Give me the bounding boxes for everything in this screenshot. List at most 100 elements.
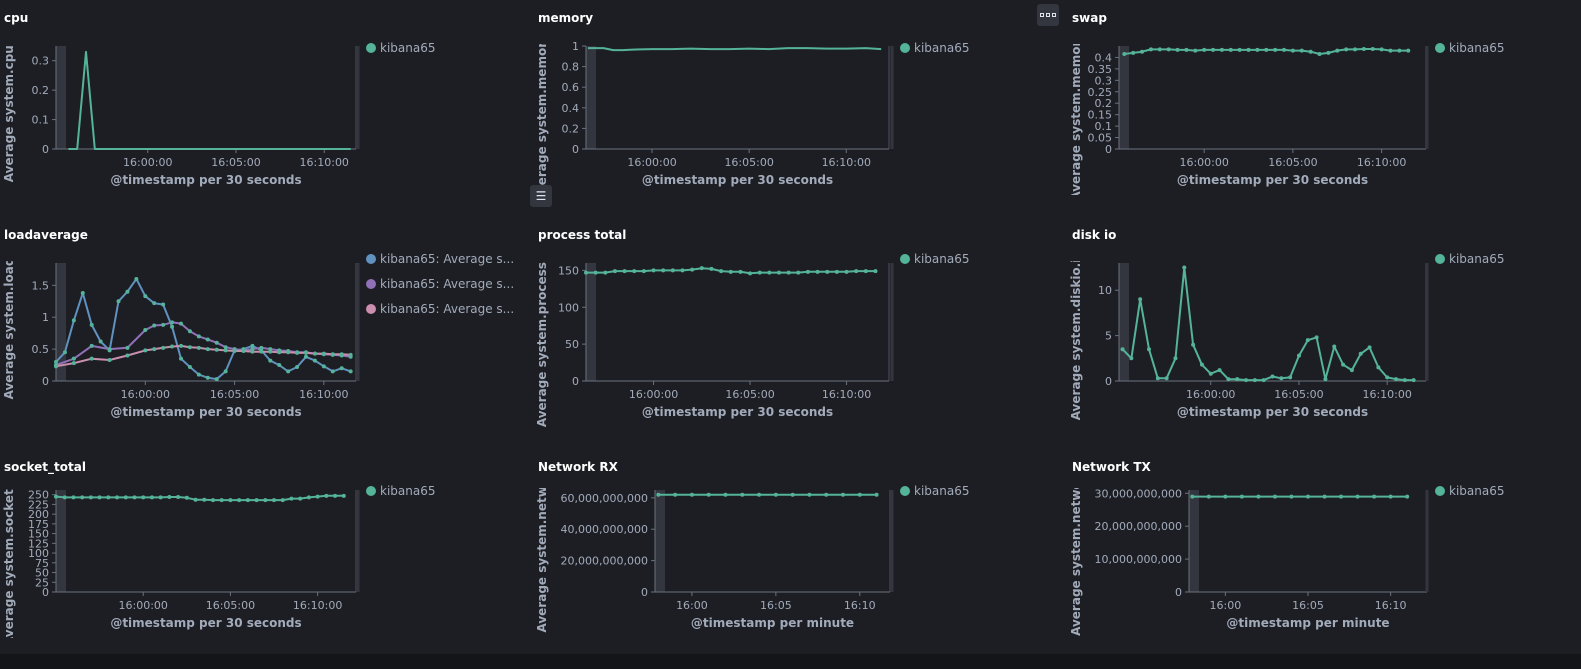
data-point: [874, 492, 879, 497]
brush-band: [586, 263, 596, 381]
y-tick-label: 0.1: [1095, 120, 1113, 133]
x-tick-label: 16:00: [1210, 599, 1242, 612]
data-point: [593, 270, 598, 275]
data-point: [1199, 362, 1204, 367]
data-point: [219, 498, 224, 503]
data-point: [757, 492, 762, 497]
data-point: [321, 364, 326, 369]
x-tick-label: 16:05: [1292, 599, 1324, 612]
data-point: [89, 322, 94, 327]
data-point: [304, 350, 308, 355]
y-tick-label: 0.1: [32, 114, 50, 127]
data-point: [1388, 494, 1393, 499]
data-point: [223, 369, 228, 374]
series-line: [1121, 266, 1414, 382]
y-tick-label: 250: [28, 489, 49, 502]
x-tick-label: 16:05:00: [725, 388, 774, 401]
legend-swatch: [900, 43, 910, 53]
data-point: [805, 269, 810, 274]
data-point: [1326, 50, 1331, 55]
data-point: [62, 350, 67, 355]
y-tick-label: 0.05: [1088, 132, 1113, 145]
data-point: [54, 364, 58, 369]
legend-label: kibana65: [1449, 484, 1504, 498]
data-point: [306, 495, 311, 500]
data-point: [277, 363, 282, 368]
data-point: [834, 269, 839, 274]
y-axis-title: Average system.network.ou: [1069, 446, 1083, 636]
legend-toggle-button[interactable]: ☰: [530, 185, 552, 207]
brush-band: [655, 490, 665, 592]
x-axis-title: @timestamp per 30 seconds: [110, 405, 301, 419]
data-point: [298, 496, 303, 501]
y-tick-label: 20,000,000,000: [561, 555, 648, 568]
data-point: [824, 492, 829, 497]
y-axis-title: Average system.memory.actua: [535, 0, 549, 202]
data-point: [1255, 47, 1260, 52]
data-point: [193, 497, 198, 502]
legend-label: kibana65: [380, 484, 435, 498]
data-point: [863, 269, 868, 274]
x-tick-label: 16:05:00: [724, 156, 773, 169]
x-tick-label: 16:10:00: [822, 388, 871, 401]
data-point: [1235, 377, 1240, 382]
y-axis-title: Average system.cpu.tota: [2, 13, 16, 182]
x-tick-label: 16:05: [760, 599, 792, 612]
y-tick-label: 100: [558, 301, 579, 314]
y-axis-title: Average system.process.summ: [535, 217, 549, 427]
data-point: [98, 339, 103, 344]
y-tick-label: 0.5: [32, 343, 50, 356]
data-point: [1385, 375, 1390, 380]
data-point: [170, 324, 175, 329]
x-axis-title: @timestamp per 30 seconds: [642, 405, 833, 419]
data-point: [1226, 377, 1231, 382]
data-point: [152, 301, 157, 306]
legend-swatch: [900, 254, 910, 264]
x-tick-label: 16:05:00: [206, 599, 255, 612]
legend-label: kibana65: Average s...: [380, 277, 514, 291]
data-point: [1246, 47, 1251, 52]
data-point: [1289, 494, 1294, 499]
data-point: [1208, 371, 1213, 376]
legend-label: kibana65: [1449, 41, 1504, 55]
data-point: [62, 495, 67, 500]
panel-process-total: process total 0 50 100 150 16:00:00 16:05:00 1…: [534, 217, 1054, 437]
data-point: [196, 372, 201, 377]
x-axis-title: @timestamp per 30 seconds: [1177, 173, 1368, 187]
data-point: [719, 269, 724, 274]
data-point: [179, 356, 183, 361]
data-point: [807, 492, 812, 497]
data-point: [167, 495, 172, 500]
panel-options-button[interactable]: [1037, 4, 1059, 26]
y-tick-label: 0.8: [562, 61, 580, 74]
x-tick-label: 16:10:00: [1357, 156, 1406, 169]
data-point: [670, 268, 675, 273]
y-tick-label: 0.4: [1095, 51, 1113, 64]
data-point: [1131, 50, 1136, 55]
data-point: [1223, 494, 1228, 499]
data-point: [641, 269, 646, 274]
x-tick-label: 16:00:00: [119, 599, 168, 612]
data-point: [773, 492, 778, 497]
data-point: [1372, 494, 1377, 499]
data-point: [748, 271, 753, 276]
data-point: [237, 498, 242, 503]
data-point: [149, 495, 154, 500]
y-tick-label: 0: [641, 586, 648, 599]
y-axis-title-group: Average system.cpu.tota: [2, 13, 16, 182]
data-point: [1376, 365, 1381, 370]
data-point: [612, 269, 617, 274]
data-point: [738, 269, 743, 274]
data-point: [214, 347, 219, 352]
data-point: [89, 343, 94, 348]
data-point: [80, 495, 85, 500]
chart-svg: 0 0.5 1 1.5 16:00:00 16:05:00 16:10:00 @timesta…: [2, 252, 514, 419]
panel-loadaverage: loadaverage 0 0.5 1 1.5 16:00:00 16:05:00 16:1…: [0, 217, 520, 437]
data-point: [341, 493, 346, 498]
data-point: [1323, 377, 1328, 382]
y-tick-label: 60,000,000,000: [561, 492, 648, 505]
data-point: [854, 269, 859, 274]
data-point: [1314, 335, 1319, 340]
x-tick-label: 16:00:00: [1179, 156, 1228, 169]
y-axis-title-group: Average system.memory.actua: [535, 0, 549, 202]
